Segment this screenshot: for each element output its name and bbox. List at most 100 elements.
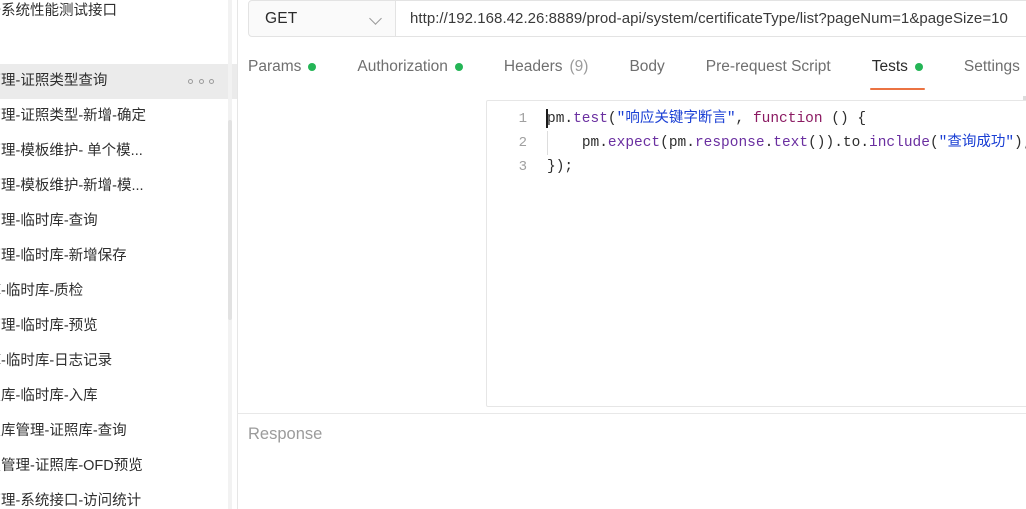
code-token: ()). (808, 135, 843, 151)
sidebar-item-label: 照管理-临时库-新增保存 (0, 248, 127, 264)
sidebar-item-label: 数据系统性能测试接口 (0, 3, 117, 19)
url-text: http://192.168.42.26:8889/prod-api/syste… (410, 10, 1008, 27)
url-input[interactable]: http://192.168.42.26:8889/prod-api/syste… (396, 0, 1026, 37)
response-section-title: Response (248, 425, 323, 443)
sidebar-item-label: 照库-临时库-日志记录 (0, 353, 113, 369)
tab-status-dot-icon (914, 63, 923, 71)
code-token: response (694, 135, 765, 151)
code-token: . (686, 135, 695, 151)
sidebar-item-label: 照管理-临时库-预览 (0, 318, 98, 334)
sidebar-item[interactable]: 数据系统性能测试接口 (0, 0, 237, 29)
sidebar-scrollbar[interactable] (228, 0, 232, 509)
sidebar-item-label: 证照库-临时库-入库 (0, 388, 98, 404)
code-token: ); (1014, 135, 1026, 151)
code-token: ( (660, 135, 669, 151)
code-token: . (764, 135, 774, 151)
code-line-text[interactable]: }); (543, 155, 1026, 179)
code-token: test (573, 111, 608, 127)
code-token: function (752, 111, 823, 127)
sidebar-item-label: 接口 (0, 29, 228, 64)
sidebar-item-label: 照库-临时库-质检 (0, 283, 84, 299)
code-token: . (564, 111, 574, 127)
request-main-panel: GET http://192.168.42.26:8889/prod-api/s… (238, 0, 1026, 509)
tab-status-dot-icon (454, 63, 463, 71)
code-token: "响应关键字断言" (616, 111, 736, 127)
url-bar: GET http://192.168.42.26:8889/prod-api/s… (248, 0, 1026, 37)
code-token: . (599, 135, 608, 151)
tab-label: Tests (871, 58, 908, 75)
sidebar-item[interactable]: 板管理-证照类型查询 (0, 64, 237, 99)
code-token: }); (547, 159, 574, 175)
tab-params[interactable]: Params (248, 50, 317, 84)
code-token: to (842, 135, 861, 151)
sidebar-item[interactable]: 板管理-模板维护-新增-模... (0, 169, 237, 204)
sidebar-scrollbar-thumb[interactable] (228, 120, 232, 320)
sidebar-item-label: 板管理-模板维护-新增-模... (0, 178, 144, 194)
request-list-sidebar[interactable]: 数据系统性能测试接口接口板管理-证照类型查询板管理-证照类型-新增-确定板管理-… (0, 0, 238, 509)
tab-tests[interactable]: Tests (869, 50, 925, 90)
code-token: expect (607, 135, 661, 151)
http-method-selector[interactable]: GET (248, 0, 396, 37)
code-line[interactable]: 3}); (487, 155, 1026, 179)
tests-script-editor[interactable]: 1 pm.test("响应关键字断言", function () {2 pm.ex… (486, 100, 1026, 407)
tab-label: Authorization (357, 58, 448, 75)
tab-authorization[interactable]: Authorization (357, 50, 463, 84)
code-token: pm (668, 135, 687, 151)
code-token: include (869, 135, 930, 151)
http-method-label: GET (265, 9, 298, 27)
tab-status-dot-icon (308, 63, 317, 71)
code-token: ( (607, 111, 617, 127)
sidebar-item-label: 照管理-临时库-查询 (0, 213, 98, 229)
sidebar-item[interactable]: 照管理-临时库-预览 (0, 309, 237, 344)
sidebar-item-label: 照管理-系统接口-访问统计 (0, 493, 142, 509)
tab-active-underline (869, 87, 925, 90)
code-token: , (735, 111, 753, 127)
sidebar-item-label: 板管理-证照类型-新增-确定 (0, 108, 146, 124)
sidebar-item[interactable]: 板管理-证照类型-新增-确定 (0, 99, 237, 134)
code-token: "查询成功" (938, 135, 1015, 151)
code-token: () { (822, 111, 867, 127)
editor-content[interactable]: 1 pm.test("响应关键字断言", function () {2 pm.ex… (487, 101, 1026, 179)
code-line-text[interactable]: pm.test("响应关键字断言", function () { (543, 107, 1026, 131)
sidebar-item[interactable]: 照管理-临时库-新增保存 (0, 239, 237, 274)
code-token: . (860, 135, 870, 151)
tab-label: Body (629, 58, 665, 75)
tab-label: Headers (503, 58, 563, 75)
tab-settings[interactable]: Settings (964, 50, 1020, 84)
sidebar-item[interactable]: 接口 (0, 29, 237, 64)
more-horizontal-icon[interactable] (188, 75, 214, 89)
chevron-down-icon[interactable] (371, 13, 382, 24)
text-cursor (546, 109, 548, 128)
sidebar-item[interactable]: 证照管理-证照库-OFD预览 (0, 449, 237, 484)
sidebar-item[interactable]: 板管理-模板维护- 单个模... (0, 134, 237, 169)
sidebar-item[interactable]: 证照库-临时库-入库 (0, 379, 237, 414)
tab-headers[interactable]: Headers (9) (504, 50, 589, 84)
sidebar-item[interactable]: 照库-临时库-日志记录 (0, 344, 237, 379)
tab-count: (9) (569, 58, 589, 75)
sidebar-item[interactable]: 证照库管理-证照库-查询 (0, 414, 237, 449)
line-number: 2 (518, 135, 527, 151)
code-token: pm (581, 135, 600, 151)
code-line[interactable]: 2 pm.expect(pm.response.text()).to.inclu… (487, 131, 1026, 155)
sidebar-scroll-container: 数据系统性能测试接口接口板管理-证照类型查询板管理-证照类型-新增-确定板管理-… (0, 0, 237, 509)
code-token: ( (929, 135, 939, 151)
line-number: 1 (518, 111, 527, 127)
sidebar-item-label: 证照库管理-证照库-查询 (0, 423, 127, 439)
sidebar-item-label: 板管理-模板维护- 单个模... (0, 143, 143, 159)
line-number: 3 (518, 159, 527, 175)
app-root: 数据系统性能测试接口接口板管理-证照类型查询板管理-证照类型-新增-确定板管理-… (0, 0, 1026, 509)
sidebar-item-label: 板管理-证照类型查询 (0, 73, 108, 89)
tab-body[interactable]: Body (629, 50, 664, 84)
response-divider (238, 413, 1026, 414)
sidebar-item[interactable]: 照管理-系统接口-访问统计 (0, 484, 237, 509)
sidebar-item-label: 证照管理-证照库-OFD预览 (0, 458, 143, 474)
sidebar-item[interactable]: 照管理-临时库-查询 (0, 204, 237, 239)
indent-guide (547, 131, 548, 155)
code-line[interactable]: 1 pm.test("响应关键字断言", function () { (487, 107, 1026, 131)
code-line-text[interactable]: pm.expect(pm.response.text()).to.include… (543, 131, 1026, 155)
code-token: pm (547, 111, 565, 127)
sidebar-item[interactable]: 照库-临时库-质检 (0, 274, 237, 309)
tab-label: Settings (963, 58, 1020, 75)
tab-pre-request-script[interactable]: Pre-request Script (706, 50, 831, 84)
